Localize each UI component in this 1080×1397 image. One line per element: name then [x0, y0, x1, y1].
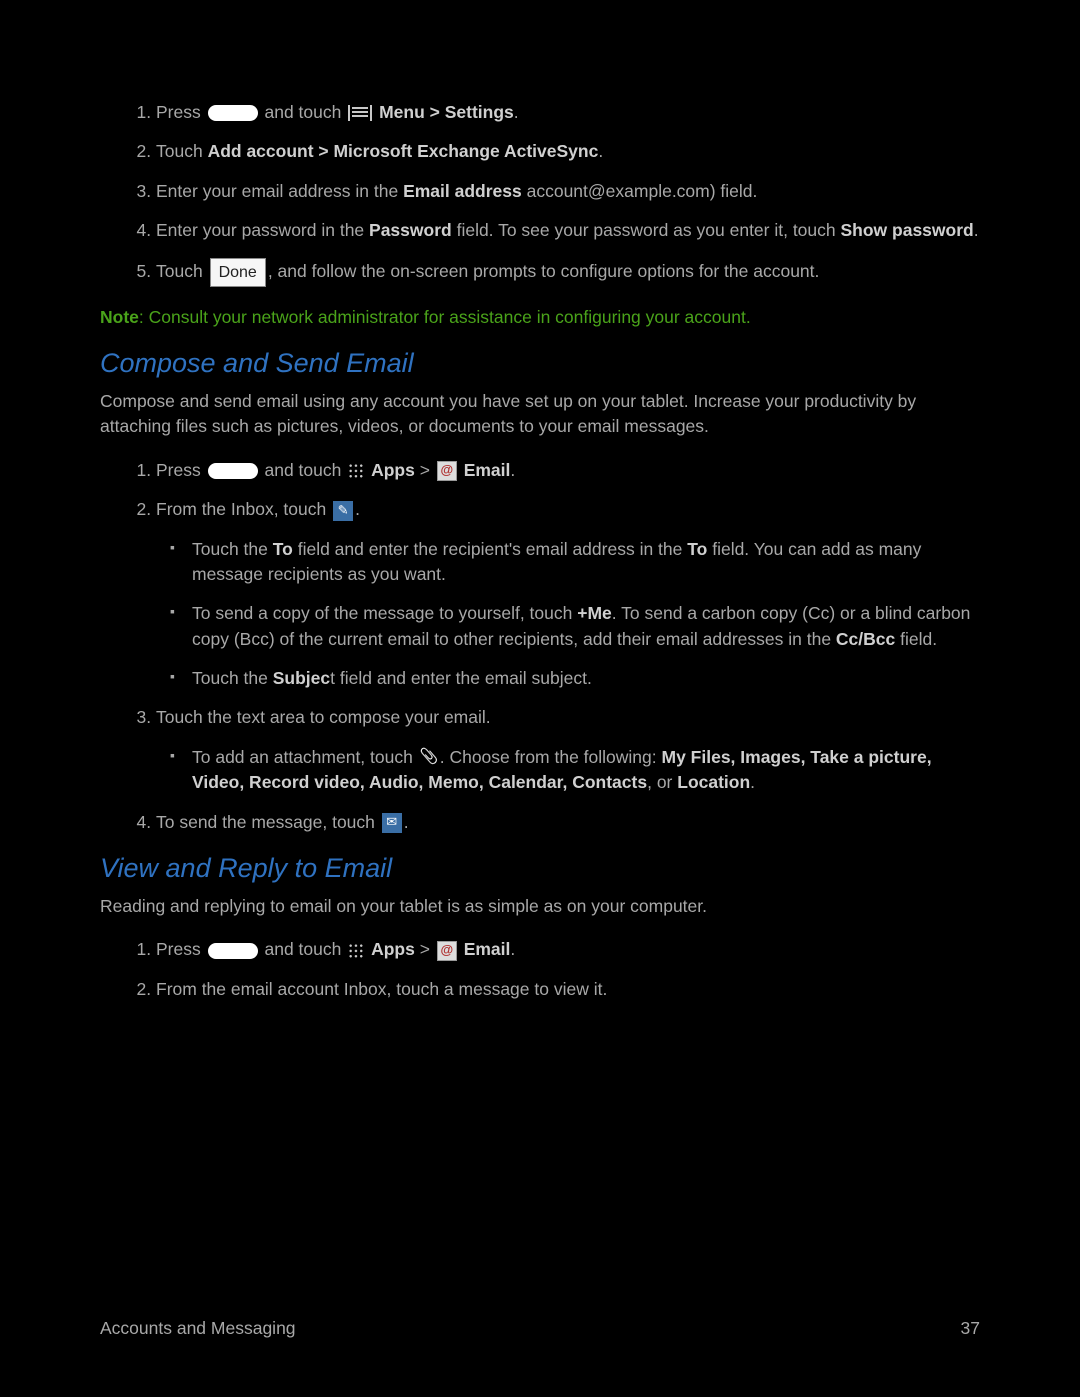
- text: Press: [156, 939, 201, 959]
- menu-icon: [348, 105, 372, 121]
- email-bold: Email: [464, 939, 511, 959]
- bullet-me-ccbcc: To send a copy of the message to yoursel…: [192, 601, 980, 652]
- text: .: [750, 772, 755, 792]
- text: account@example.com) field.: [522, 181, 758, 201]
- setup-step-3: Enter your email address in the Email ad…: [156, 179, 980, 204]
- text: .: [355, 499, 360, 519]
- footer-page-number: 37: [961, 1318, 980, 1339]
- text: and touch: [264, 102, 341, 122]
- email-address-bold: Email address: [403, 181, 522, 201]
- password-bold: Password: [369, 220, 452, 240]
- text: To send the message, touch: [156, 812, 380, 832]
- text: Enter your email address in the: [156, 181, 403, 201]
- text: From the email account Inbox, touch a me…: [156, 979, 607, 999]
- menu-settings-bold: Menu > Settings: [379, 102, 514, 122]
- text: field.: [895, 629, 937, 649]
- setup-step-1: Press and touch Menu > Settings.: [156, 100, 980, 125]
- text: .: [514, 102, 519, 122]
- to-bold-2: To: [687, 539, 707, 559]
- setup-steps-list: Press and touch Menu > Settings. Touch A…: [100, 100, 980, 287]
- text: .: [510, 460, 515, 480]
- compose-step-3: Touch the text area to compose your emai…: [156, 705, 980, 795]
- text: field. To see your password as you enter…: [452, 220, 841, 240]
- send-icon: [382, 813, 402, 833]
- compose-steps-list: Press and touch Apps > Email. From the I…: [100, 458, 980, 835]
- subject-bold: Subjec: [273, 668, 330, 688]
- text: >: [415, 939, 435, 959]
- apps-bold: Apps: [371, 939, 415, 959]
- view-steps-list: Press and touch Apps > Email. From the e…: [100, 937, 980, 1002]
- email-app-icon: [437, 461, 457, 481]
- heading-view-reply: View and Reply to Email: [100, 853, 980, 884]
- compose-step-3-bullets: To add an attachment, touch . Choose fro…: [156, 745, 980, 796]
- compose-icon: [333, 501, 353, 521]
- document-page: Press and touch Menu > Settings. Touch A…: [0, 0, 1080, 1397]
- view-step-1: Press and touch Apps > Email.: [156, 937, 980, 962]
- text: Enter your password in the: [156, 220, 369, 240]
- text: .: [510, 939, 515, 959]
- home-button-icon: [208, 943, 258, 959]
- text: .: [598, 141, 603, 161]
- home-button-icon: [208, 105, 258, 121]
- setup-step-5: Touch Done, and follow the on-screen pro…: [156, 258, 980, 287]
- plus-me-bold: +Me: [577, 603, 612, 623]
- ccbcc-bold: Cc/Bcc: [836, 629, 895, 649]
- compose-step-2: From the Inbox, touch . Touch the To fie…: [156, 497, 980, 691]
- note-line: Note: Consult your network administrator…: [100, 305, 980, 330]
- show-password-bold: Show password: [841, 220, 974, 240]
- bullet-attachment: To add an attachment, touch . Choose fro…: [192, 745, 980, 796]
- text: From the Inbox, touch: [156, 499, 331, 519]
- text: To add an attachment, touch: [192, 747, 418, 767]
- bullet-subject: Touch the Subject field and enter the em…: [192, 666, 980, 691]
- email-app-icon: [437, 941, 457, 961]
- text: .: [974, 220, 979, 240]
- bullet-to-field: Touch the To field and enter the recipie…: [192, 537, 980, 588]
- setup-step-4: Enter your password in the Password fiel…: [156, 218, 980, 243]
- text: Press: [156, 102, 201, 122]
- text: and touch: [264, 939, 341, 959]
- text: To send a copy of the message to yoursel…: [192, 603, 577, 623]
- text: t field and enter the email subject.: [330, 668, 592, 688]
- footer-section: Accounts and Messaging: [100, 1318, 296, 1339]
- text: Touch the: [192, 668, 273, 688]
- text: >: [415, 460, 435, 480]
- text: Touch the: [192, 539, 273, 559]
- view-intro: Reading and replying to email on your ta…: [100, 894, 980, 919]
- compose-intro: Compose and send email using any account…: [100, 389, 980, 440]
- compose-step-4: To send the message, touch .: [156, 810, 980, 835]
- view-step-2: From the email account Inbox, touch a me…: [156, 977, 980, 1002]
- note-text: : Consult your network administrator for…: [139, 307, 751, 327]
- apps-grid-icon: [348, 943, 364, 959]
- heading-compose: Compose and Send Email: [100, 348, 980, 379]
- apps-grid-icon: [348, 463, 364, 479]
- text: Touch the text area to compose your emai…: [156, 707, 491, 727]
- paperclip-icon: [420, 749, 438, 767]
- text: . Choose from the following:: [440, 747, 662, 767]
- note-label: Note: [100, 307, 139, 327]
- text: Press: [156, 460, 201, 480]
- text: .: [404, 812, 409, 832]
- text: , or: [647, 772, 677, 792]
- text: and touch: [264, 460, 341, 480]
- text: Touch: [156, 141, 208, 161]
- compose-step-1: Press and touch Apps > Email.: [156, 458, 980, 483]
- email-bold: Email: [464, 460, 511, 480]
- text: field and enter the recipient's email ad…: [293, 539, 687, 559]
- text: , and follow the on-screen prompts to co…: [268, 261, 820, 281]
- add-account-bold: Add account > Microsoft Exchange ActiveS…: [208, 141, 599, 161]
- apps-bold: Apps: [371, 460, 415, 480]
- location-bold: Location: [677, 772, 750, 792]
- compose-step-2-bullets: Touch the To field and enter the recipie…: [156, 537, 980, 692]
- home-button-icon: [208, 463, 258, 479]
- to-bold: To: [273, 539, 293, 559]
- page-footer: Accounts and Messaging 37: [100, 1318, 980, 1339]
- done-button-icon: Done: [210, 258, 266, 287]
- text: Touch: [156, 261, 208, 281]
- setup-step-2: Touch Add account > Microsoft Exchange A…: [156, 139, 980, 164]
